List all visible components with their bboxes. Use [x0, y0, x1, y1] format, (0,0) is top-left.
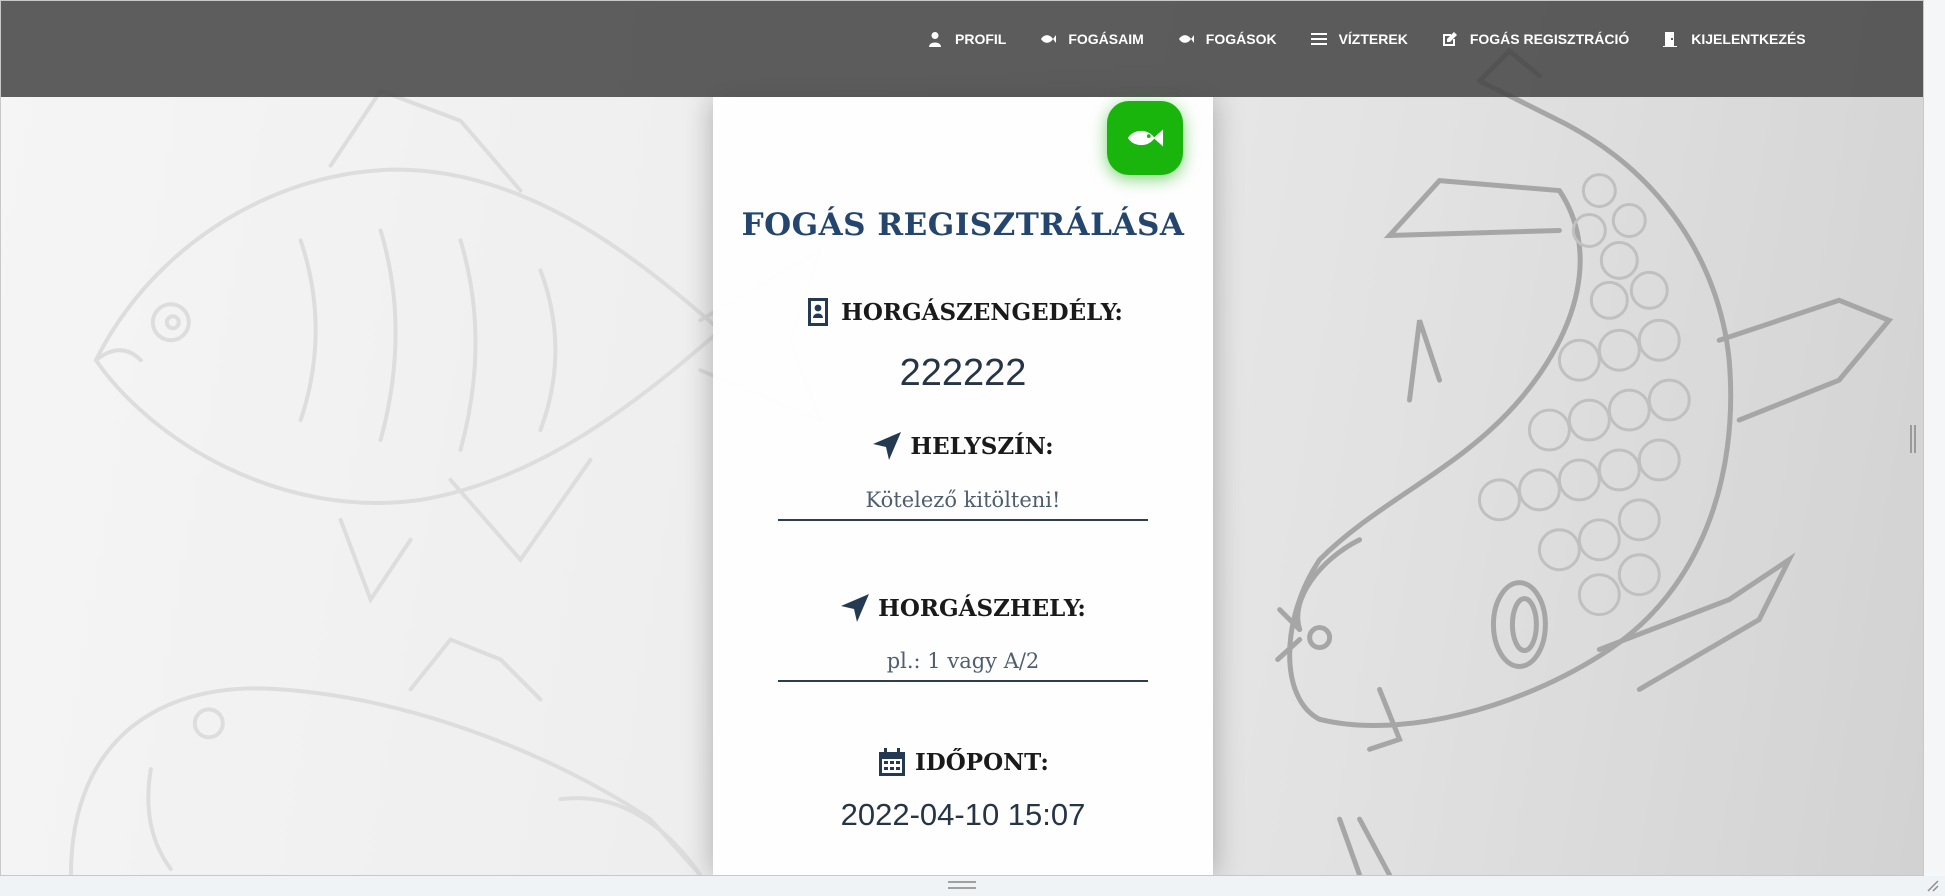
location-label: HELYSZÍN:	[713, 431, 1213, 461]
side-resize-handle[interactable]	[1910, 425, 1916, 453]
nav-item-label: FOGÁSAIM	[1068, 31, 1144, 47]
spot-input[interactable]	[778, 642, 1148, 682]
user-icon	[929, 32, 941, 47]
nav-item-kijelentkezes[interactable]: KIJELENTKEZÉS	[1663, 31, 1806, 47]
fish-icon	[1127, 129, 1164, 147]
time-label: IDŐPONT:	[713, 747, 1213, 777]
time-value: 2022-04-10 15:07	[840, 797, 1086, 832]
nav-item-label: FOGÁSOK	[1205, 31, 1277, 47]
edit-icon	[1442, 32, 1457, 46]
nav-item-label: KIJELENTKEZÉS	[1691, 31, 1806, 47]
time-label-text: IDŐPONT:	[915, 748, 1049, 776]
nav-item-profil[interactable]: PROFIL	[927, 31, 1006, 47]
fish-icon	[1178, 35, 1194, 43]
catch-registration-card: FOGÁS REGISZTRÁLÁSA HORGÁSZENGEDÉLY: 222…	[713, 97, 1213, 875]
location-label-text: HELYSZÍN:	[910, 432, 1054, 460]
location-arrow-icon	[841, 594, 870, 622]
page-title: FOGÁS REGISZTRÁLÁSA	[741, 207, 1185, 243]
fish-icon	[1041, 35, 1057, 43]
nav-item-fogasaim[interactable]: FOGÁSAIM	[1040, 31, 1144, 47]
location-input[interactable]	[778, 481, 1148, 521]
nav-item-label: VÍZTEREK	[1338, 31, 1408, 47]
nav-item-vizterek[interactable]: VÍZTEREK	[1310, 31, 1408, 47]
door-icon	[1663, 32, 1678, 47]
bottom-resize-grip[interactable]	[948, 881, 976, 889]
water-icon	[1310, 33, 1327, 45]
permit-label: HORGÁSZENGEDÉLY:	[713, 297, 1213, 327]
spot-label: HORGÁSZHELY:	[713, 593, 1213, 623]
location-arrow-icon	[873, 432, 902, 460]
nav-item-label: PROFIL	[955, 31, 1007, 47]
nav-item-label: FOGÁS REGISZTRÁCIÓ	[1469, 31, 1630, 47]
nav-menu: PROFIL FOGÁSAIM FOGÁSOK VÍZTEREK FOGÁS R…	[927, 31, 1840, 47]
fish-action-button[interactable]	[1107, 101, 1183, 175]
app-viewport: PROFIL FOGÁSAIM FOGÁSOK VÍZTEREK FOGÁS R…	[0, 0, 1924, 876]
resize-corner-icon[interactable]	[1925, 878, 1939, 892]
permit-label-text: HORGÁSZENGEDÉLY:	[841, 298, 1123, 326]
spot-label-text: HORGÁSZHELY:	[878, 594, 1086, 622]
nav-item-fogas-regisztracio[interactable]: FOGÁS REGISZTRÁCIÓ	[1442, 31, 1629, 47]
calendar-icon	[879, 748, 906, 776]
nav-item-fogasok[interactable]: FOGÁSOK	[1178, 31, 1277, 47]
top-navbar: PROFIL FOGÁSAIM FOGÁSOK VÍZTEREK FOGÁS R…	[1, 1, 1923, 97]
permit-value: 222222	[899, 352, 1027, 394]
id-card-icon	[808, 298, 829, 326]
